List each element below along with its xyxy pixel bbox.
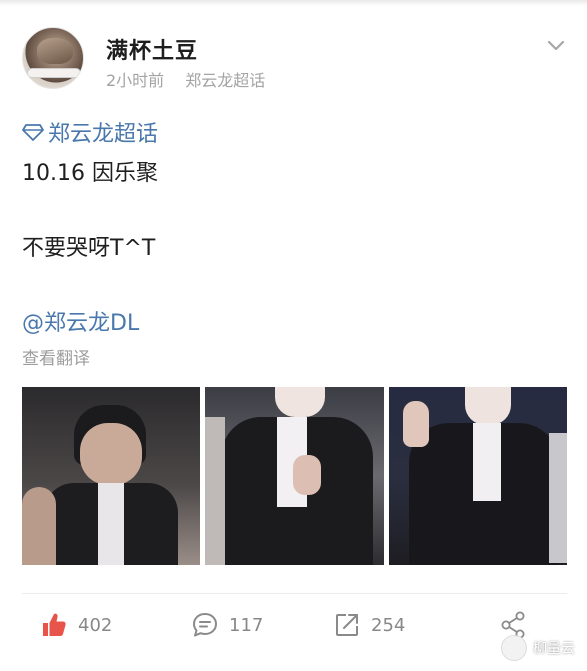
- photo-side-figure: [22, 487, 56, 565]
- photo-side-figure: [549, 433, 567, 563]
- watermark-text: 柳量云: [533, 641, 575, 657]
- post-time: 2小时前: [106, 71, 165, 90]
- photo-1[interactable]: [22, 387, 200, 565]
- photo-hands: [293, 455, 321, 495]
- translate-link[interactable]: 查看翻译: [22, 344, 90, 369]
- photo-shirt: [98, 483, 124, 565]
- photo-3[interactable]: [389, 387, 567, 565]
- diamond-icon: [22, 124, 44, 141]
- photo-face: [80, 423, 142, 485]
- photo-side-figure: [205, 417, 225, 565]
- avatar-band: [27, 68, 81, 78]
- like-count: 402: [78, 614, 113, 636]
- post-source[interactable]: 郑云龙超话: [185, 71, 265, 90]
- post-text-line-2: 不要哭呀T^T: [22, 236, 156, 261]
- repost-count: 254: [371, 614, 406, 636]
- photo-shirt: [473, 423, 501, 501]
- watermark: 柳量云: [501, 635, 575, 661]
- topic-label: 郑云龙超话: [48, 122, 159, 147]
- photo-2[interactable]: [205, 387, 384, 565]
- post-header: 满杯土豆 2小时前 郑云龙超话: [22, 27, 567, 91]
- like-button[interactable]: 402: [40, 611, 112, 639]
- comment-button[interactable]: 117: [191, 611, 263, 639]
- chevron-down-icon[interactable]: [545, 35, 567, 57]
- photo-face: [465, 387, 511, 425]
- repost-button[interactable]: 254: [333, 611, 405, 639]
- watermark-logo: [501, 635, 527, 661]
- comment-icon: [193, 613, 217, 637]
- action-bar: 402 117 254: [0, 593, 587, 653]
- topic-link[interactable]: 郑云龙超话: [22, 116, 158, 148]
- avatar-face: [37, 38, 73, 64]
- comment-count: 117: [229, 614, 264, 636]
- repost-icon: [336, 614, 358, 636]
- photo-face: [275, 387, 325, 417]
- post-text-line-1: 10.16 因乐聚: [22, 161, 158, 186]
- photo-raised-hand: [403, 401, 429, 447]
- top-edge-shadow: [0, 0, 587, 6]
- mention-link[interactable]: @郑云龙DL: [22, 305, 139, 337]
- avatar[interactable]: [22, 27, 84, 89]
- action-bar-divider: [22, 593, 567, 594]
- like-icon: [43, 613, 66, 636]
- post-meta: 2小时前 郑云龙超话: [106, 67, 265, 91]
- username[interactable]: 满杯土豆: [106, 33, 198, 65]
